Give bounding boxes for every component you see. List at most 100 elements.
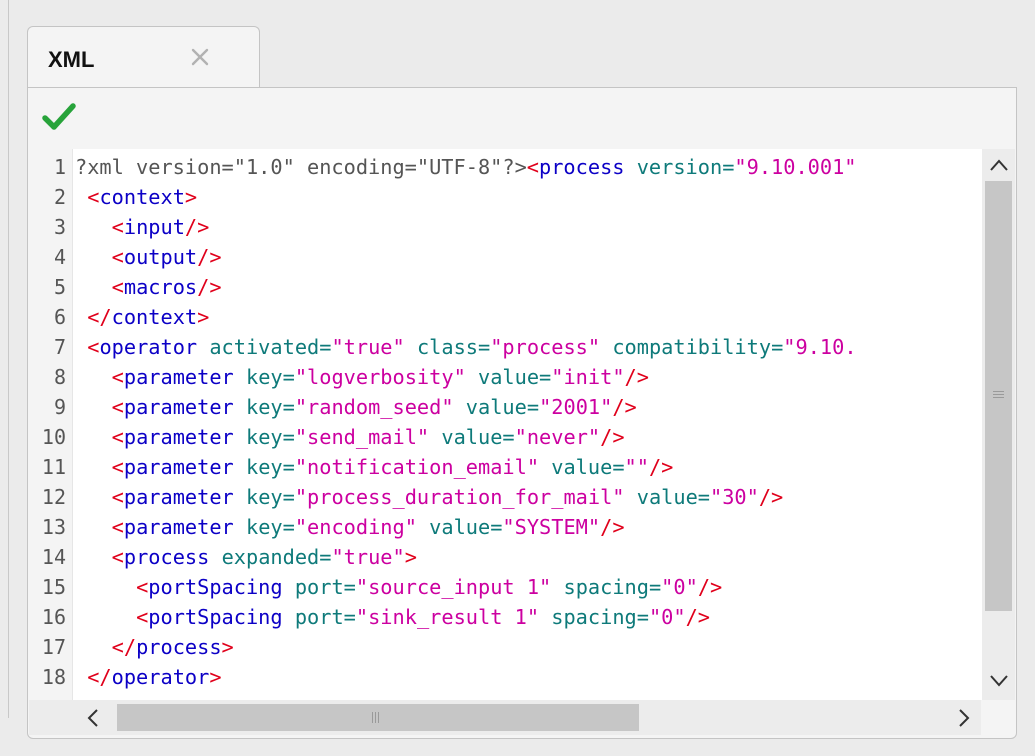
code-token: "never" xyxy=(514,425,601,449)
code-token: value= xyxy=(551,455,625,479)
chevron-right-icon[interactable] xyxy=(956,707,972,729)
editor-panel: 1 2 3 4 5 6 7 8 9 10 11 12 13 14 15 16 17 18 ?xml version… xyxy=(27,87,1017,739)
code-token: "2001" xyxy=(539,395,613,419)
close-x-icon[interactable] xyxy=(186,43,214,71)
vertical-scrollbar[interactable] xyxy=(982,149,1015,700)
code-token: context xyxy=(111,305,198,329)
horizontal-scroll-thumb[interactable] xyxy=(117,704,639,731)
check-icon xyxy=(42,103,76,130)
line-number: 9 xyxy=(53,395,66,419)
code-token: "9.10. xyxy=(783,335,857,359)
code-token: </ xyxy=(87,665,112,689)
code-token: "SYSTEM" xyxy=(502,515,601,539)
code-token: </ xyxy=(111,635,137,659)
code-token: operator xyxy=(99,335,198,359)
code-token: "process_duration_for_mail" xyxy=(294,485,625,509)
code-token: parameter xyxy=(123,455,234,479)
code-token: /> xyxy=(184,215,210,239)
code-token: parameter xyxy=(123,395,234,419)
code-token: "sink_result 1" xyxy=(355,605,540,629)
chevron-left-icon[interactable] xyxy=(85,707,101,729)
code-token: "" xyxy=(624,455,649,479)
horizontal-scrollbar[interactable] xyxy=(29,700,981,735)
code-token: class= xyxy=(416,335,491,359)
code-token: < xyxy=(111,425,124,449)
code-token: "30" xyxy=(710,485,759,509)
code-line: <parameter key="send_mail" value="never"… xyxy=(75,422,625,452)
code-token: < xyxy=(111,515,124,539)
code-token: parameter xyxy=(123,425,234,449)
code-token: > xyxy=(209,665,222,689)
code-token: portSpacing xyxy=(148,575,283,599)
code-token: < xyxy=(111,215,124,239)
code-token: /> xyxy=(612,395,637,419)
code-line: <output/> xyxy=(75,242,222,272)
xml-editor-window: XML 1 2 3 4 5 6 7 8 9 10 11 12 13 14 15 16 17 18 ?xml ver… xyxy=(0,0,1035,756)
code-token: spacing= xyxy=(551,605,649,629)
code-token: "send_mail" xyxy=(294,425,430,449)
code-line: <input/> xyxy=(75,212,210,242)
code-token: "init" xyxy=(551,365,625,389)
code-token: /> xyxy=(197,275,222,299)
line-number: 8 xyxy=(53,365,66,389)
line-number: 12 xyxy=(41,485,66,509)
code-editor[interactable]: 1 2 3 4 5 6 7 8 9 10 11 12 13 14 15 16 17 18 ?xml version… xyxy=(29,149,1017,737)
code-token: "logverbosity" xyxy=(294,365,466,389)
code-token: portSpacing xyxy=(148,605,283,629)
code-line: ?xml version="1.0" encoding="UTF-8"?><pr… xyxy=(75,152,857,182)
chevron-up-icon[interactable] xyxy=(988,157,1010,173)
code-token: value= xyxy=(429,515,503,539)
code-token: "process" xyxy=(490,335,601,359)
code-token: version= xyxy=(636,155,735,179)
code-token: /> xyxy=(648,455,674,479)
code-token: input xyxy=(123,215,185,239)
chevron-down-icon[interactable] xyxy=(988,673,1010,689)
code-line: </context> xyxy=(75,302,209,332)
code-token: key= xyxy=(245,365,295,389)
code-token: parameter xyxy=(123,365,234,389)
tab-xml[interactable]: XML xyxy=(27,26,260,88)
line-number: 11 xyxy=(41,455,66,479)
code-line: <parameter key="encoding" value="SYSTEM"… xyxy=(75,512,625,542)
vertical-scroll-thumb[interactable] xyxy=(985,181,1012,611)
code-token: operator xyxy=(111,665,210,689)
code-token: "9.10.001" xyxy=(734,155,857,179)
code-text-area[interactable]: ?xml version="1.0" encoding="UTF-8"?><pr… xyxy=(72,149,982,700)
code-token: value= xyxy=(441,425,515,449)
code-line: <parameter key="logverbosity" value="ini… xyxy=(75,362,649,392)
line-number: 10 xyxy=(41,425,66,449)
code-token: compatibility= xyxy=(612,335,784,359)
line-number: 15 xyxy=(41,575,66,599)
code-token: < xyxy=(111,245,124,269)
code-token: context xyxy=(99,185,185,209)
code-token: "source_input 1" xyxy=(355,575,552,599)
code-token: /> xyxy=(600,515,625,539)
code-token: value= xyxy=(465,395,540,419)
